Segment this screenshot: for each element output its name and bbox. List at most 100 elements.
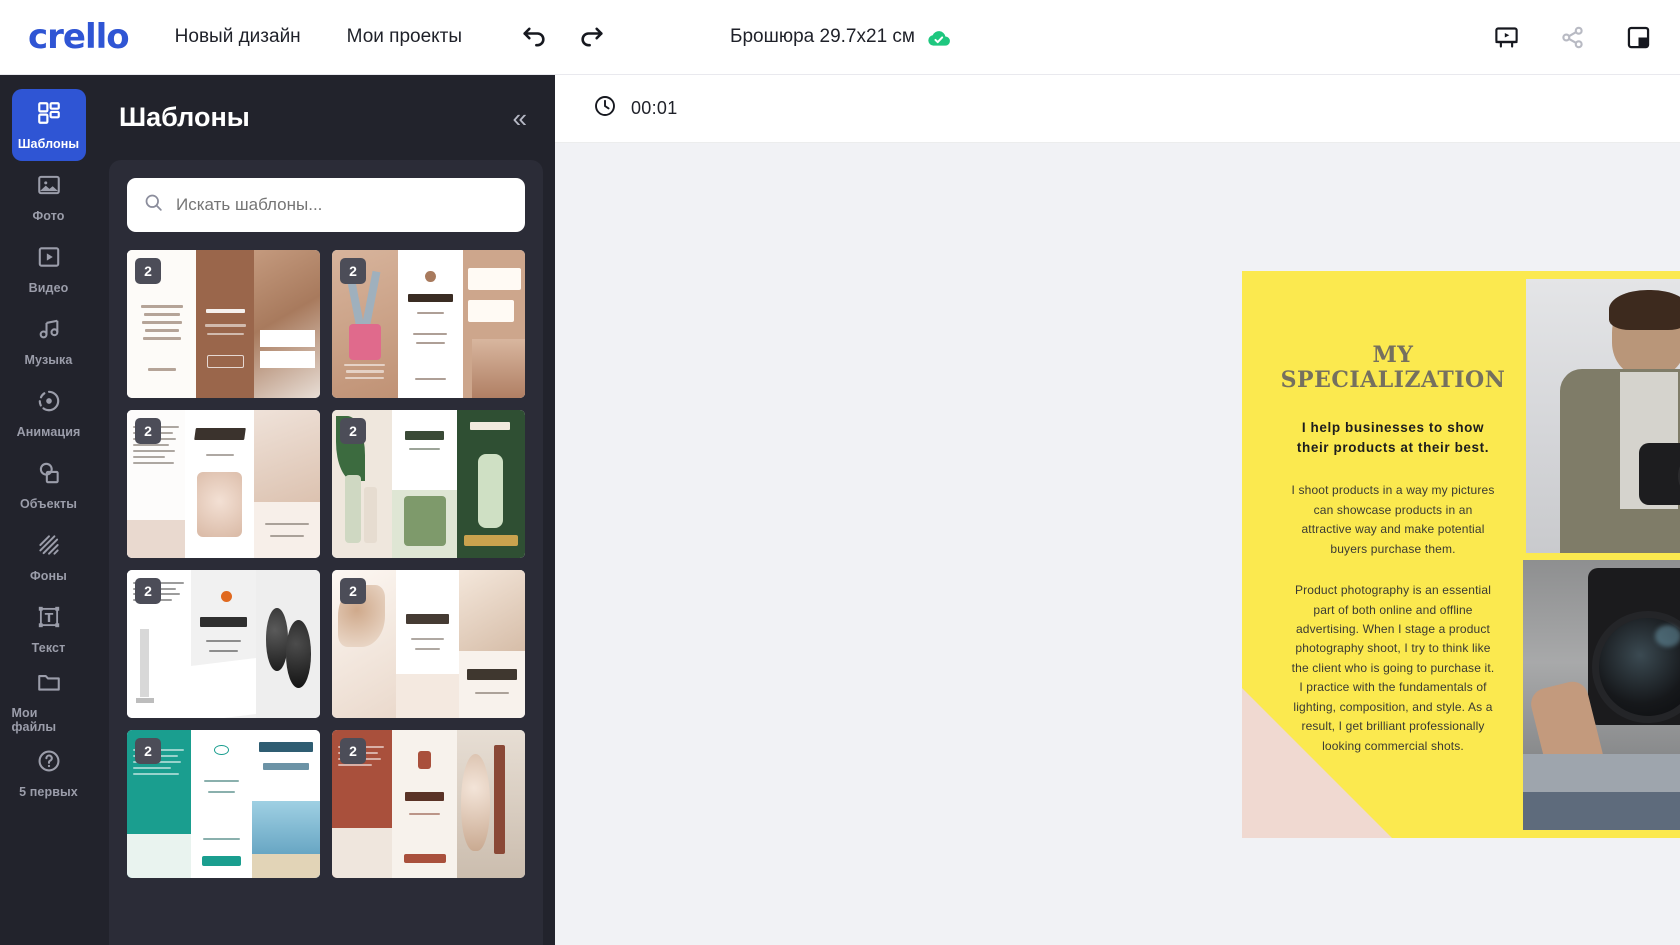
sidebar-item-help[interactable]: 5 первых [12,737,86,809]
template-pane [463,250,525,398]
template-pane [196,250,255,398]
page-count-badge: 2 [340,738,366,764]
history-controls [512,15,614,59]
template-pane [457,410,525,558]
sidebar-item-backgrounds[interactable]: Фоны [12,521,86,593]
canvas-area: 00:01 MY SPECIALIZATION I help businesse… [555,75,1680,945]
templates-grid: 2 2 2 2 2 2 2 2 [127,250,525,878]
template-card[interactable]: 2 [127,730,320,878]
share-icon[interactable] [1550,15,1594,59]
specialization-paragraph-1: I shoot products in a way my pictures ca… [1291,483,1495,556]
left-rail: Шаблоны Фото Видео Музыка Анимация Объек… [0,75,97,945]
specialization-column: MY SPECIALIZATION I help businesses to s… [1264,271,1522,838]
app-header: crello Новый дизайн Мои проекты Брошюра … [0,0,1680,75]
app-body: Шаблоны Фото Видео Музыка Анимация Объек… [0,75,1680,945]
document-title-group[interactable]: Брошюра 29.7x21 см [730,26,950,48]
templates-icon [36,100,62,131]
sidebar-item-label: Шаблоны [17,136,80,151]
animation-icon [36,388,62,419]
sidebar-item-templates[interactable]: Шаблоны [11,89,86,161]
brochure-design[interactable]: MY SPECIALIZATION I help businesses to s… [1242,271,1680,838]
sidebar-item-label: 5 первых [19,784,78,799]
template-pane [256,570,320,718]
objects-icon [36,460,62,491]
timer-value[interactable]: 00:01 [631,98,678,119]
sidebar-item-label: Объекты [19,496,78,511]
svg-text:T: T [44,609,53,624]
page-title[interactable]: Брошюра 29.7x21 см [730,26,915,48]
template-pane [391,410,458,558]
template-pane [397,250,464,398]
search-icon [143,192,164,218]
template-pane [254,410,320,558]
page-count-badge: 2 [135,258,161,284]
sidebar-item-label: Музыка [24,352,73,367]
collapse-panel-button[interactable]: « [507,101,533,135]
photo-icon [36,172,62,203]
photographer-portrait-photo[interactable] [1526,279,1680,553]
specialization-heading: MY SPECIALIZATION [1281,343,1506,392]
help-icon [36,748,62,779]
template-card[interactable]: 2 [127,410,320,558]
canvas-stage[interactable]: MY SPECIALIZATION I help businesses to s… [555,143,1680,945]
present-icon[interactable] [1484,15,1528,59]
music-icon [36,316,62,347]
template-pane [391,730,458,878]
page-count-badge: 2 [135,578,161,604]
download-icon[interactable] [1616,15,1660,59]
search-input[interactable] [176,195,509,215]
text-icon: T [36,604,62,635]
specialization-heading-line1: MY [1372,342,1414,368]
backgrounds-icon [36,532,62,563]
crello-logo[interactable]: crello [28,17,130,57]
nav-new-design[interactable]: Новый дизайн [175,26,301,48]
sidebar-item-label: Фоны [30,568,67,583]
undo-icon[interactable] [512,15,556,59]
sidebar-item-animation[interactable]: Анимация [12,377,86,449]
templates-panel: Шаблоны « 2 [97,75,555,945]
page-count-badge: 2 [340,418,366,444]
panel-title: Шаблоны [119,102,250,132]
template-pane [190,570,257,718]
panel-header: Шаблоны « [97,75,555,160]
sidebar-item-label: Анимация [16,424,81,439]
search-box[interactable] [127,178,525,232]
sidebar-item-label: Текст [31,640,66,655]
template-card[interactable]: 2 [332,250,525,398]
template-pane [184,410,255,558]
template-pane [254,250,320,398]
template-card[interactable]: 2 [332,410,525,558]
header-actions [1484,15,1680,59]
sidebar-item-label: Мои файлы [11,705,57,734]
sidebar-item-text[interactable]: T Текст [12,593,86,665]
sidebar-item-photo[interactable]: Фото [12,161,86,233]
sidebar-item-objects[interactable]: Объекты [12,449,86,521]
video-icon [36,244,62,275]
sidebar-item-my-files[interactable]: Мои файлы [12,665,86,737]
camera-lens-closeup-photo[interactable] [1523,560,1680,830]
redo-icon[interactable] [570,15,614,59]
page-count-badge: 2 [135,738,161,764]
page-count-badge: 2 [135,418,161,444]
template-card[interactable]: 2 [127,570,320,718]
cloud-check-icon [927,29,950,46]
sidebar-item-video[interactable]: Видео [12,233,86,305]
panel-content: 2 [109,160,543,945]
template-pane [395,570,460,718]
specialization-paragraph-2: Product photography is an essential part… [1291,583,1495,753]
template-card[interactable]: 2 [332,730,525,878]
template-pane [190,730,253,878]
specialization-heading-line2: SPECIALIZATION [1280,366,1506,393]
template-card[interactable]: 2 [332,570,525,718]
nav-my-projects[interactable]: Мои проекты [347,26,462,48]
template-pane [457,730,525,878]
template-card[interactable]: 2 [127,250,320,398]
clock-icon [593,94,617,123]
sidebar-item-music[interactable]: Музыка [12,305,86,377]
folder-icon [36,669,62,700]
sidebar-item-label: Видео [28,280,69,295]
canvas-toolbar: 00:01 [555,75,1680,143]
specialization-subtitle: I help businesses to show their products… [1296,420,1490,455]
crello-editor: crello Новый дизайн Мои проекты Брошюра … [0,0,1680,945]
page-count-badge: 2 [340,578,366,604]
